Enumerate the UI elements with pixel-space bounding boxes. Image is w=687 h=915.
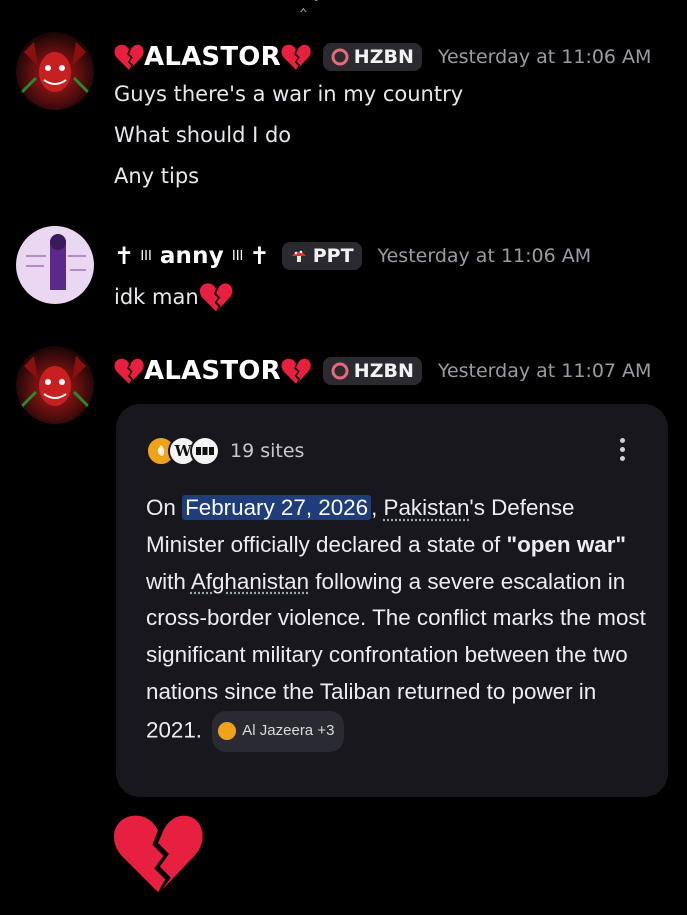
broken-heart-icon [281, 357, 311, 385]
message-header: ✝ III anny III ✝ PPT Yesterday at 11:06 … [114, 242, 591, 270]
text-segment: On [146, 495, 183, 520]
username-bars: III [140, 248, 152, 264]
overview-text: On February 27, 2026, Pakistan's Defense… [146, 490, 646, 752]
broken-heart-emoji-icon [112, 812, 204, 894]
avatar[interactable] [16, 226, 94, 304]
ai-overview-card[interactable]: W 19 sites On February 27, 2026, Pakista… [116, 404, 668, 797]
broken-heart-icon [199, 282, 233, 312]
broken-heart-icon [114, 357, 144, 385]
highlighted-date[interactable]: February 27, 2026 [182, 495, 372, 520]
broken-heart-icon [281, 43, 311, 71]
timestamp: Yesterday at 11:07 AM [437, 360, 652, 382]
message-header: ALASTOR HZBN Yesterday at 11:06 AM [114, 42, 651, 72]
message-text: Any tips [114, 164, 200, 188]
username-prefix-cross: ✝ [114, 242, 135, 270]
avatar[interactable] [16, 346, 94, 424]
username[interactable]: ALASTOR [144, 42, 281, 72]
message-text: What should I do [114, 123, 292, 147]
username[interactable]: anny [160, 243, 224, 269]
server-tag[interactable]: HZBN [322, 357, 422, 385]
al-jazeera-icon [218, 722, 237, 741]
server-tag-label: HZBN [353, 46, 414, 68]
message-text: idk man [114, 282, 233, 312]
sources-count[interactable]: 19 sites [230, 440, 304, 462]
timestamp: Yesterday at 11:06 AM [377, 245, 592, 267]
bold-phrase: "open war" [506, 531, 627, 557]
text-segment: , [371, 495, 384, 520]
username-suffix-cross: ✝ [249, 242, 270, 270]
entity-link-pakistan[interactable]: Pakistan [384, 495, 470, 520]
sources-row[interactable]: W 19 sites [146, 436, 304, 466]
hazbin-badge-icon [331, 48, 349, 66]
avatar[interactable] [16, 32, 94, 110]
message-header: ALASTOR HZBN Yesterday at 11:07 AM [114, 356, 651, 386]
entity-link-afghanistan[interactable]: Afghanistan [191, 569, 309, 594]
username[interactable]: ALASTOR [144, 356, 281, 386]
news-source-icon [190, 436, 220, 466]
server-tag-label: HZBN [353, 360, 414, 382]
message-text: Guys there's a war in my country [114, 82, 464, 106]
server-tag[interactable]: HZBN [322, 43, 422, 71]
citation-chip[interactable]: Al Jazeera +3 [212, 710, 345, 752]
message-text-content: idk man [114, 285, 199, 309]
text-segment: with [146, 568, 191, 594]
more-options-icon[interactable] [618, 438, 626, 465]
mushroom-icon [291, 250, 306, 262]
previous-message-fragment: ‸ · [300, 0, 320, 12]
username-bars: III [231, 248, 244, 264]
timestamp: Yesterday at 11:06 AM [437, 46, 652, 68]
hazbin-badge-icon [331, 362, 349, 380]
server-tag[interactable]: PPT [281, 242, 362, 270]
server-tag-label: PPT [312, 245, 354, 267]
broken-heart-icon [114, 43, 144, 71]
citation-label: Al Jazeera +3 [242, 721, 335, 739]
